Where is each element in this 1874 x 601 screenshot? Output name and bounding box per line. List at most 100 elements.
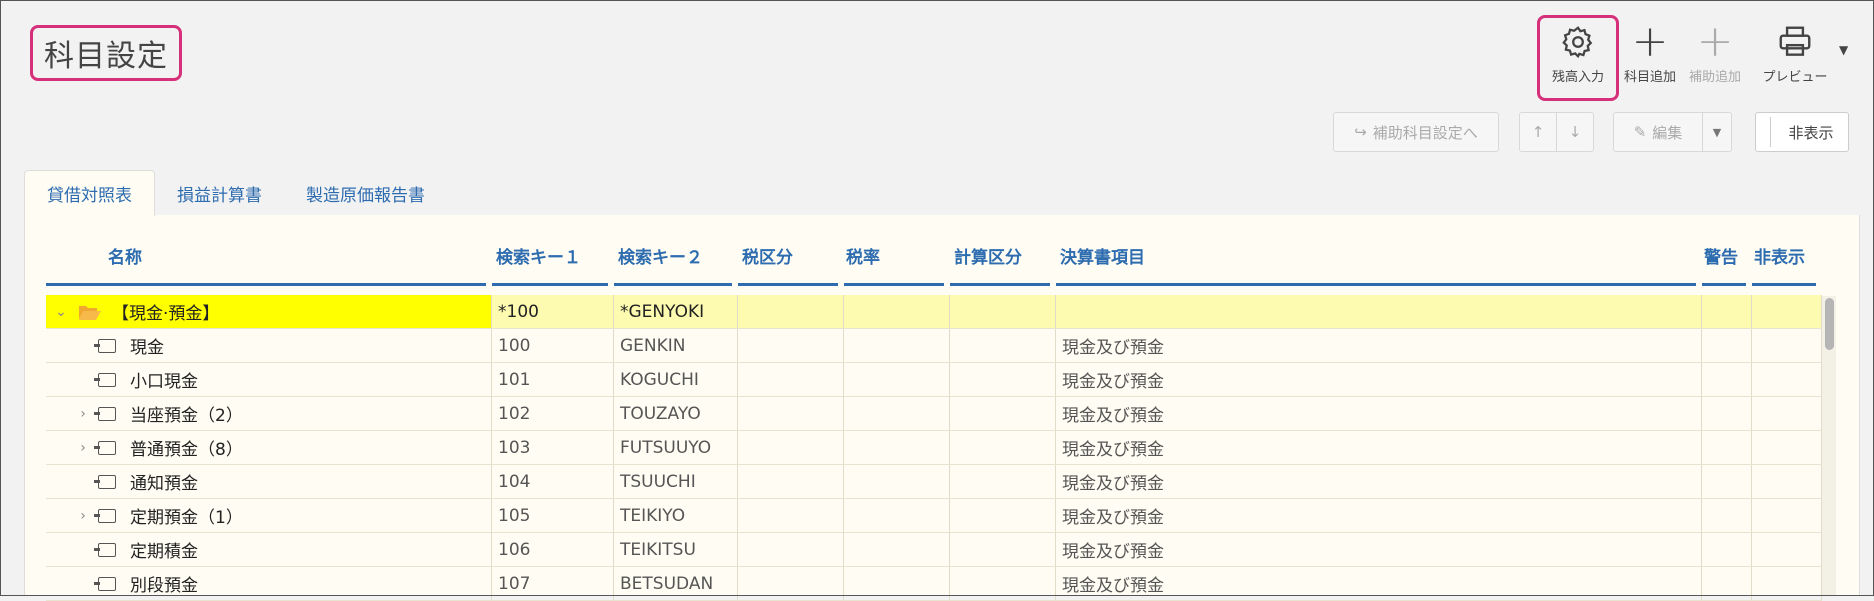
col-key2[interactable]: 検索キー２ bbox=[614, 228, 732, 286]
page-title-box: 科目設定 bbox=[30, 25, 182, 81]
col-tax-rate[interactable]: 税率 bbox=[844, 228, 944, 286]
account-icon bbox=[94, 338, 116, 353]
cell-name: 別段預金 bbox=[46, 567, 492, 600]
tab-label: 貸借対照表 bbox=[47, 186, 132, 206]
balance-input-button[interactable]: 残高入力 bbox=[1540, 18, 1616, 98]
tab-balance-sheet[interactable]: 貸借対照表 bbox=[24, 170, 155, 216]
table-cell bbox=[950, 397, 1056, 430]
page-title: 科目設定 bbox=[44, 39, 168, 74]
table-cell: 現金及び預金 bbox=[1056, 499, 1702, 532]
table-cell bbox=[738, 533, 844, 566]
table-cell bbox=[738, 567, 844, 600]
table-cell bbox=[844, 465, 950, 498]
table-cell bbox=[950, 567, 1056, 600]
move-up-button[interactable]: ↑ bbox=[1519, 112, 1557, 152]
col-hidden[interactable]: 非表示 bbox=[1752, 228, 1816, 286]
table-cell bbox=[738, 397, 844, 430]
account-icon bbox=[94, 474, 116, 489]
cell-name: › 当座預金（2） bbox=[46, 397, 492, 430]
table-cell: 現金及び預金 bbox=[1056, 465, 1702, 498]
table-cell bbox=[1752, 499, 1822, 532]
table-cell bbox=[1752, 567, 1822, 600]
table-cell bbox=[1702, 465, 1752, 498]
table-cell bbox=[738, 499, 844, 532]
account-name: 【現金·預金】 bbox=[112, 304, 220, 324]
table-cell bbox=[950, 465, 1056, 498]
table-cell bbox=[1752, 329, 1822, 362]
table-cell: BETSUDAN bbox=[614, 567, 738, 600]
sub-settings-label: 補助科目設定へ bbox=[1372, 123, 1478, 142]
cell-name: › 定期預金（1） bbox=[46, 499, 492, 532]
preview-dropdown-icon[interactable]: ▼ bbox=[1839, 43, 1848, 57]
table-cell bbox=[950, 499, 1056, 532]
col-label: 計算区分 bbox=[954, 248, 1022, 268]
cell-name: 現金 bbox=[46, 329, 492, 362]
table-row[interactable]: 現金 100 GENKIN 現金及び預金 bbox=[46, 329, 1822, 363]
table-cell: 106 bbox=[492, 533, 614, 566]
arrow-down-icon: ↓ bbox=[1568, 123, 1582, 141]
tab-manufacturing-cost[interactable]: 製造原価報告書 bbox=[284, 170, 447, 216]
col-name[interactable]: 名称 bbox=[46, 228, 486, 286]
table-row[interactable]: › 当座預金（2） 102 TOUZAYO 現金及び預金 bbox=[46, 397, 1822, 431]
table-cell bbox=[1702, 363, 1752, 396]
col-statement-item[interactable]: 決算書項目 bbox=[1056, 228, 1696, 286]
edit-dropdown-button[interactable]: ▼ bbox=[1702, 112, 1732, 152]
chevron-down-icon[interactable]: ⌄ bbox=[50, 304, 72, 320]
table-cell bbox=[1702, 431, 1752, 464]
cell-name: › 普通預金（8） bbox=[46, 431, 492, 464]
account-name: 当座預金（2） bbox=[130, 406, 243, 426]
col-calc-category[interactable]: 計算区分 bbox=[950, 228, 1050, 286]
col-label: 非表示 bbox=[1754, 248, 1805, 268]
table-cell: 101 bbox=[492, 363, 614, 396]
table-cell: TSUUCHI bbox=[614, 465, 738, 498]
printer-icon bbox=[1775, 18, 1815, 66]
table-cell bbox=[844, 499, 950, 532]
col-warning[interactable]: 警告 bbox=[1702, 228, 1746, 286]
edit-button[interactable]: ✎ 編集 bbox=[1613, 112, 1703, 152]
table-cell: FUTSUUYO bbox=[614, 431, 738, 464]
scrollbar-thumb[interactable] bbox=[1825, 298, 1834, 350]
table-cell bbox=[1752, 363, 1822, 396]
col-label: 名称 bbox=[108, 248, 142, 268]
table-cell bbox=[844, 397, 950, 430]
table-cell bbox=[1702, 533, 1752, 566]
tab-income-statement[interactable]: 損益計算書 bbox=[155, 170, 284, 216]
table-row[interactable]: 小口現金 101 KOGUCHI 現金及び預金 bbox=[46, 363, 1822, 397]
table-cell: 現金及び預金 bbox=[1056, 329, 1702, 362]
sub-settings-button[interactable]: ↪ 補助科目設定へ bbox=[1333, 112, 1499, 152]
account-icon bbox=[94, 508, 116, 523]
table-cell: *GENYOKI bbox=[614, 295, 738, 328]
table-cell bbox=[1752, 465, 1822, 498]
table-cell bbox=[738, 431, 844, 464]
share-arrow-icon: ↪ bbox=[1354, 123, 1367, 141]
plus-icon: + bbox=[1696, 16, 1734, 67]
table-cell: 107 bbox=[492, 567, 614, 600]
col-key1[interactable]: 検索キー１ bbox=[492, 228, 608, 286]
table-row[interactable]: › 普通預金（8） 103 FUTSUUYO 現金及び預金 bbox=[46, 431, 1822, 465]
add-sub-button[interactable]: + 補助追加 bbox=[1684, 18, 1746, 98]
col-label: 税区分 bbox=[742, 248, 793, 268]
table-row[interactable]: 定期積金 106 TEIKITSU 現金及び預金 bbox=[46, 533, 1822, 567]
table-cell bbox=[950, 295, 1056, 328]
account-name: 定期積金 bbox=[130, 542, 198, 562]
table-row[interactable]: 通知預金 104 TSUUCHI 現金及び預金 bbox=[46, 465, 1822, 499]
table-cell bbox=[950, 329, 1056, 362]
chevron-right-icon[interactable]: › bbox=[72, 406, 94, 422]
hide-toggle-button[interactable]: 非表示 bbox=[1755, 112, 1849, 152]
cell-name: 小口現金 bbox=[46, 363, 492, 396]
table-cell: 現金及び預金 bbox=[1056, 567, 1702, 600]
table-cell bbox=[738, 465, 844, 498]
add-account-button[interactable]: + 科目追加 bbox=[1620, 18, 1680, 98]
chevron-right-icon[interactable]: › bbox=[72, 440, 94, 456]
col-tax-category[interactable]: 税区分 bbox=[738, 228, 838, 286]
table-cell bbox=[844, 295, 950, 328]
chevron-right-icon[interactable]: › bbox=[72, 508, 94, 524]
move-down-button[interactable]: ↓ bbox=[1556, 112, 1594, 152]
table-cell bbox=[844, 363, 950, 396]
group-row[interactable]: ⌄ 【現金·預金】 *100 *GENYOKI bbox=[46, 295, 1822, 329]
tab-label: 損益計算書 bbox=[177, 185, 262, 206]
table-row[interactable]: › 定期預金（1） 105 TEIKIYO 現金及び預金 bbox=[46, 499, 1822, 533]
cell-name: ⌄ 【現金·預金】 bbox=[46, 295, 492, 328]
preview-button[interactable]: プレビュー bbox=[1755, 18, 1835, 98]
account-name: 小口現金 bbox=[130, 372, 198, 392]
